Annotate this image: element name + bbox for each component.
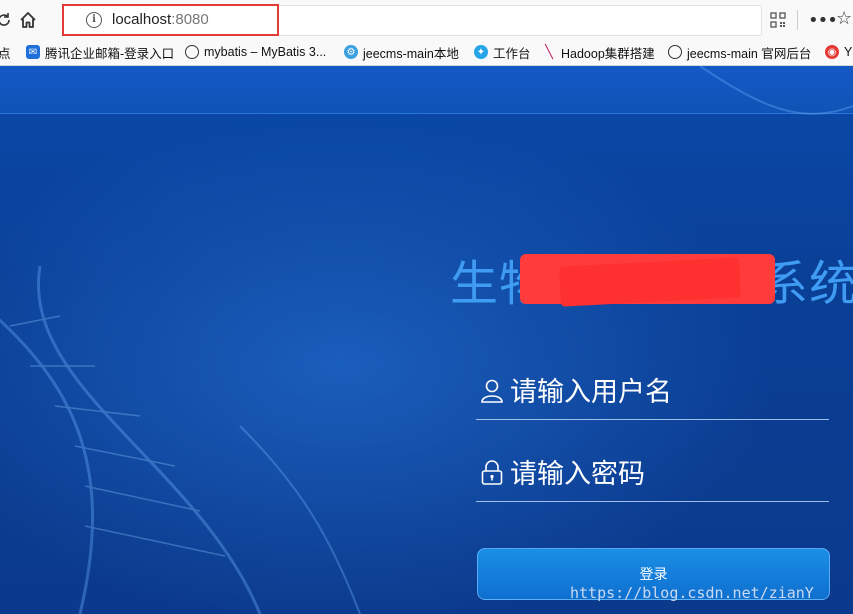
bookmark-label: 工作台 [493, 46, 531, 61]
bookmark-label: Hadoop集群搭建 [561, 46, 655, 61]
site-info-icon[interactable]: i [86, 12, 102, 28]
bookmark-label: jeecms-main本地 [363, 46, 459, 61]
bookmark-item[interactable]: ✉ 腾讯企业邮箱-登录入口 [26, 43, 174, 61]
url-host: localhost [112, 11, 172, 28]
tencent-mail-icon: ✉ [26, 45, 40, 59]
bookmark-item[interactable]: jeecms-main 官网后台 [668, 43, 811, 61]
bookmark-item[interactable]: ⚙ jeecms-main本地 [344, 43, 459, 61]
more-actions-icon[interactable]: ••• [808, 10, 838, 31]
globe-icon [668, 45, 682, 59]
qr-code-icon[interactable] [770, 12, 786, 28]
toolbar-divider [797, 10, 798, 30]
navigation-bar: i localhost:8080 ••• ☆ [0, 0, 853, 40]
bookmark-label: jeecms-main 官网后台 [687, 46, 812, 61]
username-field [476, 370, 829, 420]
password-field [476, 452, 829, 502]
watermark-text: https://blog.csdn.net/zianY [570, 584, 814, 602]
bookmark-item[interactable]: ◉ Y [825, 43, 852, 61]
browser-chrome: i localhost:8080 ••• ☆ 点 ✉ 腾讯企业邮箱-登录入口 m… [0, 0, 853, 66]
bookmark-item[interactable]: mybatis – MyBatis 3... [185, 43, 326, 61]
bookmark-item[interactable]: ╲ Hadoop集群搭建 [542, 43, 655, 61]
bookmark-item[interactable]: ✦ 工作台 [474, 43, 531, 61]
login-page: 生物系统 登录 https://blog.csdn.net/zianY [0, 66, 853, 614]
bookmark-label: Y [844, 45, 853, 59]
dna-helix-background [0, 66, 853, 614]
lock-icon [481, 460, 503, 485]
username-input[interactable] [510, 372, 820, 412]
bookmark-star-icon[interactable]: ☆ [836, 8, 852, 29]
jeecms-icon: ⚙ [344, 45, 358, 59]
bookmark-label: 腾讯企业邮箱-登录入口 [45, 46, 175, 61]
url-port: :8080 [171, 11, 209, 28]
pen-icon: ╲ [545, 44, 553, 59]
user-icon [481, 379, 503, 403]
bookmarks-bar: 点 ✉ 腾讯企业邮箱-登录入口 mybatis – MyBatis 3... ⚙… [0, 40, 853, 64]
bookmark-label: mybatis – MyBatis 3... [204, 45, 327, 59]
url-text[interactable]: localhost:8080 [112, 11, 209, 28]
reload-icon[interactable] [0, 8, 16, 32]
bookmark-item[interactable]: 点 [0, 43, 11, 61]
weibo-icon: ◉ [825, 45, 839, 59]
bookmark-label: 点 [0, 46, 11, 61]
bird-icon: ✦ [474, 45, 488, 59]
password-input[interactable] [510, 454, 820, 494]
globe-icon [185, 45, 199, 59]
home-icon[interactable] [16, 8, 40, 32]
